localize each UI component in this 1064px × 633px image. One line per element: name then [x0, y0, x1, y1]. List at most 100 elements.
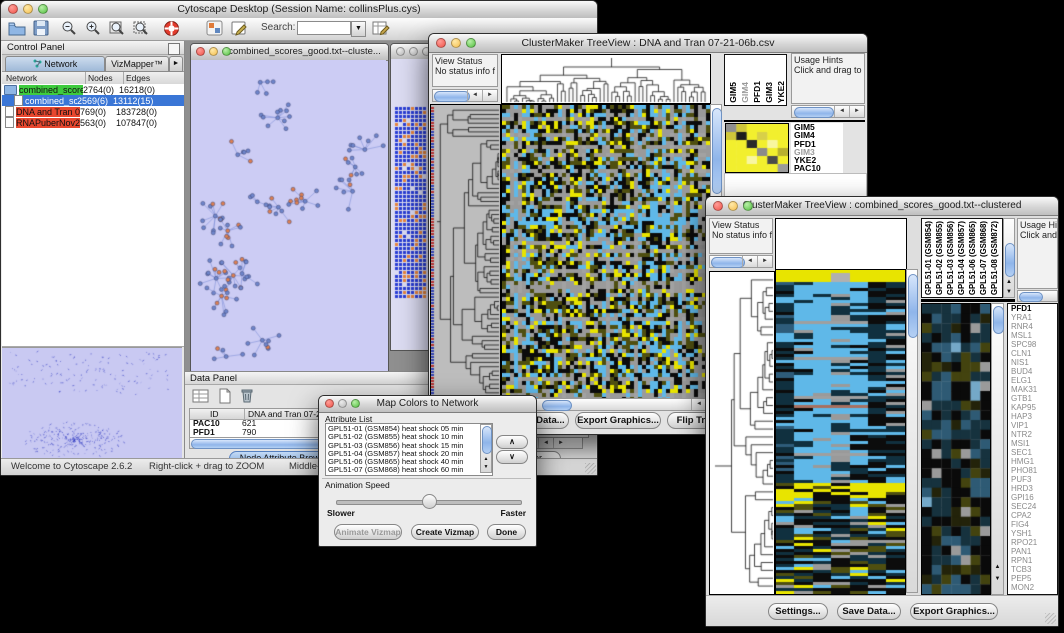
scroll-up-arrow[interactable]: ▲: [481, 457, 491, 462]
tv1-heatmap[interactable]: [501, 104, 711, 399]
gene-label[interactable]: CPA2: [1011, 511, 1057, 520]
minimize-button[interactable]: [451, 38, 461, 48]
network-row[interactable]: combined_scores2764(0)16218(0): [2, 84, 184, 95]
tv2-save-data-button[interactable]: Save Data...: [837, 603, 901, 620]
tv1-row-labels[interactable]: GIM5GIM4PFD1GIM3YKE2PAC10: [791, 123, 843, 173]
minimize-button[interactable]: [409, 47, 418, 56]
attribute-item[interactable]: GPL51-07 (GSM868) heat shock 60 min: [326, 466, 479, 474]
zoom-fit-icon[interactable]: [107, 20, 127, 38]
gene-label[interactable]: GTB1: [1011, 394, 1057, 403]
col-nodes[interactable]: Nodes: [88, 72, 113, 84]
row-label[interactable]: PAC10: [794, 164, 843, 172]
plugin-manager-icon[interactable]: [204, 20, 224, 38]
gene-label[interactable]: NIS1: [1011, 358, 1057, 367]
gene-label[interactable]: SPC98: [1011, 340, 1057, 349]
gene-label[interactable]: RNR4: [1011, 322, 1057, 331]
minimize-button[interactable]: [23, 4, 33, 14]
scroll-left-arrow[interactable]: ◄: [538, 438, 553, 448]
network-view-window-1[interactable]: combined_scores_good.txt--cluste...: [190, 43, 389, 371]
tv2-collabels-vscrollbar[interactable]: ▲ ▼: [1003, 218, 1015, 298]
gene-label[interactable]: KAP95: [1011, 403, 1057, 412]
tv2-row-dendrogram[interactable]: [709, 271, 775, 595]
tv2-usage-scrollbar[interactable]: [1017, 290, 1058, 302]
network-row[interactable]: combined_sco2569(6)13112(15): [2, 95, 184, 106]
tv2-zoom-heatmap[interactable]: [921, 303, 991, 595]
gene-label[interactable]: PFD1: [1011, 304, 1057, 313]
gene-label[interactable]: GPI16: [1011, 493, 1057, 502]
gene-label[interactable]: YRA1: [1011, 313, 1057, 322]
scroll-right-arrow[interactable]: ►: [849, 106, 864, 117]
zoom-button[interactable]: [743, 201, 753, 211]
zoom-button[interactable]: [38, 4, 48, 14]
column-label[interactable]: PFD1: [752, 81, 762, 103]
scroll-left-arrow[interactable]: ◄: [691, 399, 706, 410]
scroll-down-arrow[interactable]: ▼: [481, 465, 491, 470]
tv1-zoom-heatmap[interactable]: [725, 123, 789, 173]
tv2-export-graphics-button[interactable]: Export Graphics...: [910, 603, 998, 620]
column-label[interactable]: GPL51-02 (GSM855): [935, 221, 944, 295]
tv1-usage-scrollbar[interactable]: ◄►: [791, 105, 865, 118]
scroll-right-arrow[interactable]: ►: [757, 256, 772, 267]
column-label[interactable]: GPL51-04 (GSM857): [957, 221, 966, 295]
minimize-button[interactable]: [338, 399, 347, 408]
gene-label[interactable]: TCB3: [1011, 565, 1057, 574]
zoom-button[interactable]: [222, 47, 231, 56]
column-label[interactable]: GIM5: [728, 82, 738, 103]
col-edges[interactable]: Edges: [126, 72, 150, 84]
zoom-button[interactable]: [466, 38, 476, 48]
tv2-column-labels[interactable]: GPL51-01 (GSM854)GPL51-02 (GSM855) GPL51-…: [921, 218, 1003, 298]
network-row[interactable]: DNA and Tran 07769(0)183728(0): [2, 106, 184, 117]
gene-label[interactable]: ELG1: [1011, 376, 1057, 385]
scroll-left-arrow[interactable]: ◄: [834, 106, 849, 117]
attribute-editor-icon[interactable]: [371, 20, 391, 38]
gene-label[interactable]: CLN1: [1011, 349, 1057, 358]
gene-label[interactable]: PUF3: [1011, 475, 1057, 484]
animation-slider-thumb[interactable]: [422, 494, 437, 509]
attribute-list-vscrollbar[interactable]: ▲ ▼: [480, 424, 492, 473]
resize-grip[interactable]: [1045, 613, 1056, 624]
tv2-zoom-vscrollbar[interactable]: ▲ ▼: [991, 303, 1004, 595]
close-button[interactable]: [436, 38, 446, 48]
column-label[interactable]: GPL51-06 (GSM865): [968, 221, 977, 295]
annotation-icon[interactable]: [229, 20, 249, 38]
column-label[interactable]: GIM3: [764, 82, 774, 103]
done-button[interactable]: Done: [487, 524, 526, 540]
search-input[interactable]: [297, 21, 351, 35]
close-button[interactable]: [196, 47, 205, 56]
scroll-right-arrow[interactable]: ►: [482, 90, 497, 101]
move-up-button[interactable]: ∧: [496, 435, 528, 449]
animate-vizmap-button[interactable]: Animate Vizmap: [334, 524, 402, 540]
close-button[interactable]: [8, 4, 18, 14]
gene-label[interactable]: YSH1: [1011, 529, 1057, 538]
new-attribute-icon[interactable]: [215, 388, 235, 406]
minimize-button[interactable]: [728, 201, 738, 211]
zoom-button[interactable]: [351, 399, 360, 408]
scroll-left-arrow[interactable]: ◄: [467, 90, 482, 101]
zoom-selected-icon[interactable]: [131, 20, 151, 38]
tv2-settings-button[interactable]: Settings...: [768, 603, 828, 620]
column-label[interactable]: YKE2: [776, 81, 786, 103]
tab-network[interactable]: Network: [5, 56, 105, 72]
gene-label[interactable]: SEC1: [1011, 448, 1057, 457]
gene-label[interactable]: HAP3: [1011, 412, 1057, 421]
minimize-button[interactable]: [209, 47, 218, 56]
gene-label[interactable]: MSI1: [1011, 439, 1057, 448]
tv1-export-graphics-button[interactable]: Export Graphics...: [575, 412, 661, 429]
gene-label[interactable]: NTR2: [1011, 430, 1057, 439]
scroll-up-arrow[interactable]: ▲: [992, 564, 1003, 570]
birdseye-overview[interactable]: [2, 347, 182, 463]
search-dropdown-arrow[interactable]: ▼: [351, 21, 366, 37]
scroll-left-arrow[interactable]: ◄: [742, 256, 757, 267]
tv2-heat-vscrollbar[interactable]: [906, 269, 918, 593]
gene-label[interactable]: SEC24: [1011, 502, 1057, 511]
save-icon[interactable]: [31, 20, 51, 38]
tab-overflow-arrow[interactable]: ►: [169, 56, 183, 72]
column-label[interactable]: GPL51-01 (GSM854): [924, 221, 933, 295]
close-button[interactable]: [713, 201, 723, 211]
attribute-list[interactable]: GPL51-01 (GSM854) heat shock 05 minGPL51…: [325, 423, 493, 476]
tv2-viewstatus-scrollbar[interactable]: ◄►: [709, 255, 773, 268]
close-button[interactable]: [396, 47, 405, 56]
delete-attribute-icon[interactable]: [237, 387, 257, 405]
move-down-button[interactable]: ∨: [496, 450, 528, 464]
scroll-down-arrow[interactable]: ▼: [1004, 289, 1014, 295]
